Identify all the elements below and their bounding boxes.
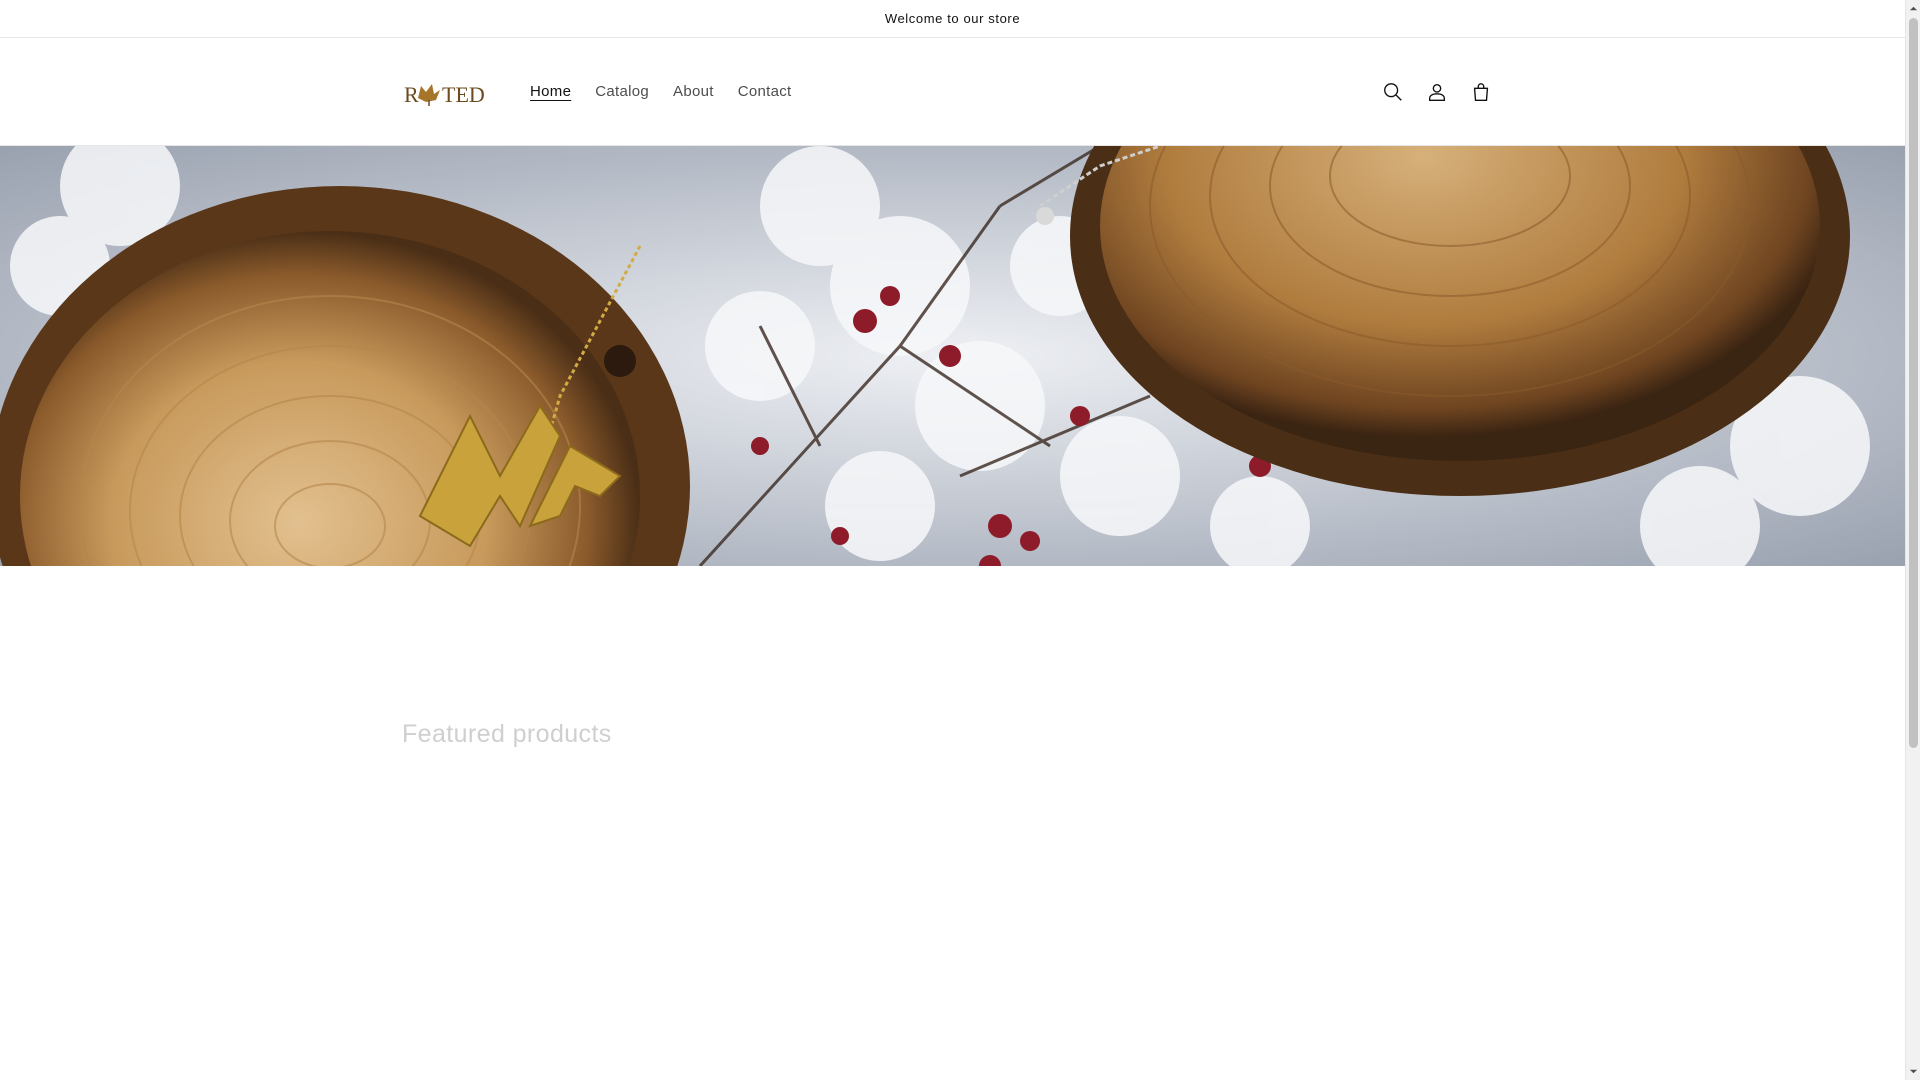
nav-contact[interactable]: Contact: [726, 83, 804, 100]
header-icons: [1371, 38, 1503, 146]
search-icon: [1384, 83, 1402, 101]
store-logo[interactable]: R TED: [402, 70, 494, 114]
svg-text:TED: TED: [442, 82, 485, 107]
svg-text:R: R: [404, 82, 419, 107]
page: Welcome to our store R TED Home Catalog …: [0, 0, 1905, 1080]
announcement-text: Welcome to our store: [884, 11, 1021, 26]
page-scrollbar[interactable]: [1905, 0, 1920, 1080]
hero-caption: [0, 604, 1905, 638]
search-button[interactable]: [1371, 70, 1415, 114]
site-header: R TED Home Catalog About Contact: [0, 38, 1905, 146]
scroll-up-icon[interactable]: [1909, 4, 1918, 13]
announcement-bar: Welcome to our store: [0, 0, 1905, 38]
account-button[interactable]: [1415, 70, 1459, 114]
cart-icon: [1473, 83, 1489, 101]
featured-products-title: Featured products: [402, 720, 612, 748]
nav-about[interactable]: About: [661, 83, 726, 100]
logo-image: R TED: [404, 82, 485, 107]
nav-catalog[interactable]: Catalog: [583, 83, 661, 100]
cart-button[interactable]: [1459, 70, 1503, 114]
scroll-down-icon[interactable]: [1909, 1067, 1918, 1076]
main-nav: Home Catalog About Contact: [518, 83, 804, 100]
hero-image: [0, 146, 1905, 566]
hero-banner: [0, 146, 1905, 566]
scroll-thumb[interactable]: [1909, 18, 1918, 748]
account-icon: [1428, 83, 1446, 101]
nav-home[interactable]: Home: [518, 83, 583, 100]
